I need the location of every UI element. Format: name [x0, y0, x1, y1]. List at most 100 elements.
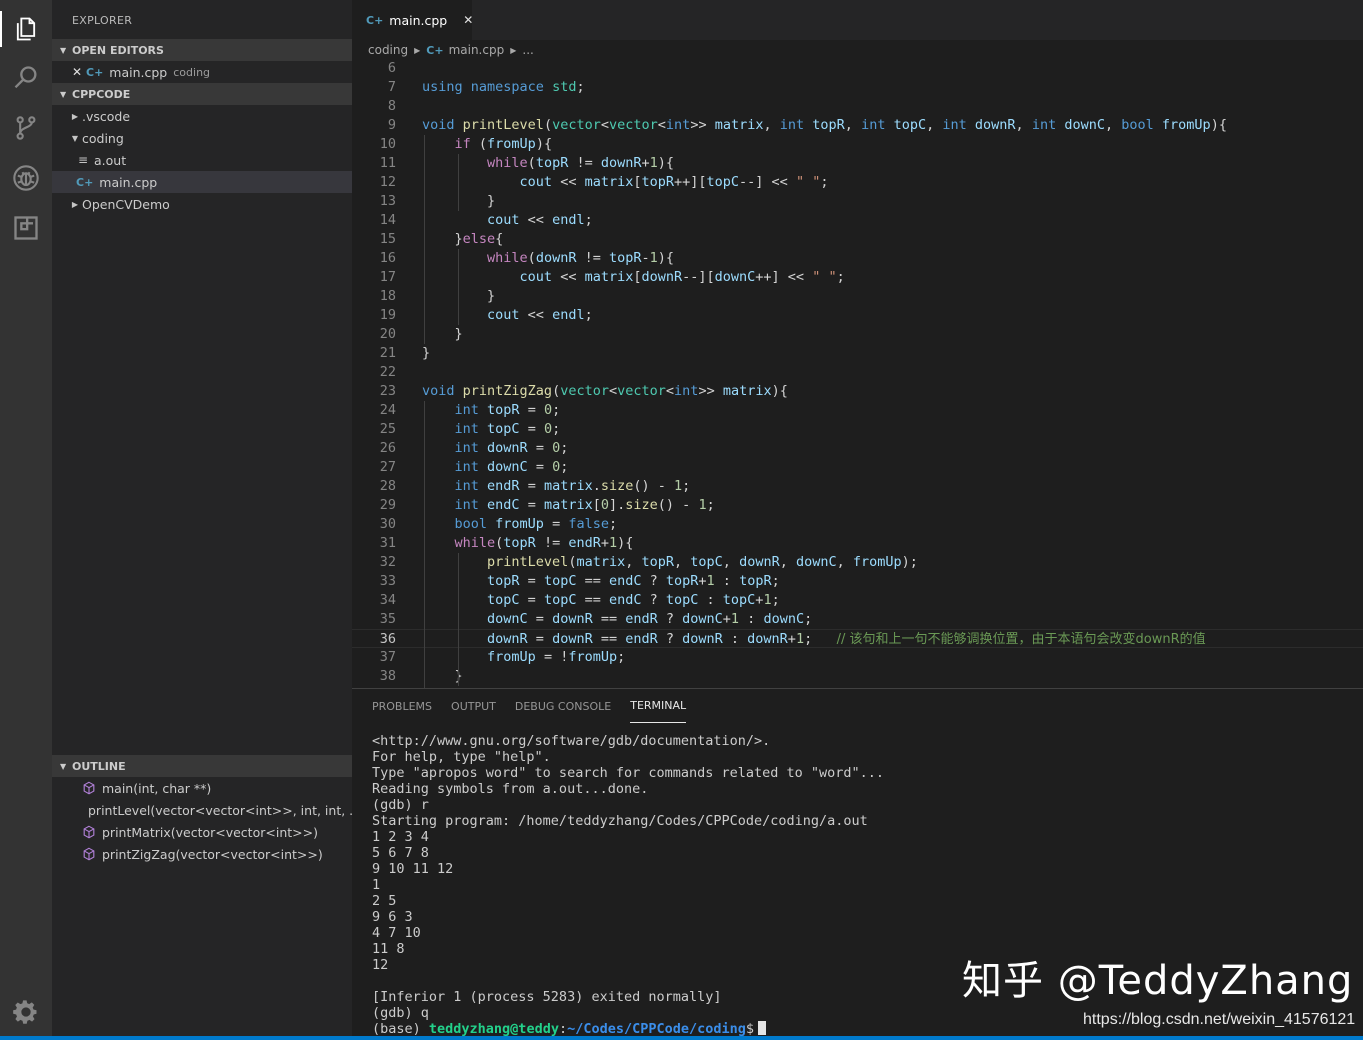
code-editor[interactable]: 6 7 using namespace std; 8 9 void printLevel(… — [352, 60, 1363, 688]
breadcrumb-item-symbol[interactable]: ... — [522, 43, 533, 57]
manage-activity[interactable] — [0, 988, 52, 1036]
search-activity[interactable] — [0, 54, 52, 102]
breadcrumb-item-folder[interactable]: coding — [368, 43, 408, 57]
outline-item[interactable]: printZigZag(vector<vector<int>>) — [52, 843, 352, 865]
open-editor-item[interactable]: ✕ C+ main.cpp coding — [52, 61, 352, 83]
code-line[interactable]: 21} — [352, 344, 1363, 363]
outline-item[interactable]: main(int, char **) — [52, 777, 352, 799]
code-line[interactable]: 15 }else{ — [352, 230, 1363, 249]
code-line[interactable]: 36 downR = downR == endR ? downR : downR… — [352, 629, 1363, 648]
files-icon — [16, 17, 36, 41]
watermark: 知乎 @TeddyZhang — [962, 958, 1354, 1004]
code-text: int endC = matrix[0].size() - 1; — [454, 497, 715, 513]
code-line[interactable]: 24 int topR = 0; — [352, 401, 1363, 420]
line-number: 32 — [379, 554, 396, 570]
sidebar-title: EXPLORER — [72, 14, 133, 27]
tree-item-label: main.cpp — [99, 174, 158, 190]
indent-guide — [424, 401, 425, 688]
line-number: 24 — [379, 402, 396, 418]
code-line[interactable]: 12 cout << matrix[topR++][topC--] << " "… — [352, 173, 1363, 192]
code-text: topR = topC == endC ? topR+1 : topR; — [487, 573, 780, 589]
indent-guide — [458, 154, 459, 211]
tab-debug-console[interactable]: DEBUG CONSOLE — [515, 689, 611, 723]
code-line[interactable]: 13 } — [352, 192, 1363, 211]
code-line[interactable]: 22 — [352, 363, 1363, 382]
code-text: downR = downR == endR ? downR : downR+1;… — [487, 631, 1206, 647]
outline-item[interactable]: printLevel(vector<vector<int>>, int, int… — [52, 799, 361, 821]
code-line[interactable]: 10 if (fromUp){ — [352, 135, 1363, 154]
code-line[interactable]: 29 int endC = matrix[0].size() - 1; — [352, 496, 1363, 515]
open-editors-header[interactable]: ▼ OPEN EDITORS — [52, 39, 352, 61]
extensions-icon — [14, 216, 38, 240]
line-number: 33 — [379, 573, 396, 589]
close-icon[interactable]: ✕ — [68, 65, 86, 79]
tree-item-label: OpenCVDemo — [82, 196, 170, 212]
code-line[interactable]: 16 while(downR != topR-1){ — [352, 249, 1363, 268]
project-header[interactable]: ▼ CPPCODE — [52, 83, 352, 105]
tree-item-vscode[interactable]: ▶ .vscode — [52, 105, 352, 127]
line-number: 8 — [387, 98, 396, 114]
code-line[interactable]: 7 using namespace std; — [352, 78, 1363, 97]
code-line[interactable]: 23 void printZigZag(vector<vector<int>> m… — [352, 382, 1363, 401]
code-line[interactable]: 9 void printLevel(vector<vector<int>> mat… — [352, 116, 1363, 135]
line-number: 36 — [379, 631, 396, 647]
line-number: 16 — [379, 250, 396, 266]
code-line[interactable]: 28 int endR = matrix.size() - 1; — [352, 477, 1363, 496]
code-line[interactable]: 17 cout << matrix[downR--][downC++] << "… — [352, 268, 1363, 287]
tab-output[interactable]: OUTPUT — [451, 689, 496, 723]
close-icon[interactable]: ✕ — [463, 13, 473, 27]
code-line[interactable]: 6 — [352, 60, 1363, 78]
tree-item-label: a.out — [94, 152, 127, 168]
chevron-right-icon: ▶ — [510, 45, 517, 55]
code-line[interactable]: 20 } — [352, 325, 1363, 344]
outline-item-label: printZigZag(vector<vector<int>>) — [102, 846, 323, 862]
extensions-activity[interactable] — [0, 204, 52, 252]
tab-main-cpp[interactable]: C+ main.cpp ✕ — [352, 0, 473, 40]
tree-item-coding[interactable]: ▼ coding — [52, 127, 352, 149]
code-line[interactable]: 31 while(topR != endR+1){ — [352, 534, 1363, 553]
tab-problems[interactable]: PROBLEMS — [372, 689, 432, 723]
code-text: int endR = matrix.size() - 1; — [454, 478, 691, 494]
breadcrumb-item-file[interactable]: main.cpp — [449, 43, 505, 57]
code-line[interactable]: 30 bool fromUp = false; — [352, 515, 1363, 534]
tree-item-opencvdemo[interactable]: ▶ OpenCVDemo — [52, 193, 352, 215]
line-number: 23 — [379, 383, 396, 399]
tree-item-main-cpp[interactable]: C+ main.cpp — [52, 171, 352, 193]
project-label: CPPCODE — [72, 87, 131, 101]
code-line[interactable]: 26 int downR = 0; — [352, 439, 1363, 458]
code-text: bool fromUp = false; — [454, 516, 618, 532]
code-text: fromUp = !fromUp; — [487, 649, 626, 665]
terminal-line: Starting program: /home/teddyzhang/Codes… — [372, 813, 868, 829]
outline-item-label: printLevel(vector<vector<int>>, int, int… — [88, 802, 362, 818]
code-line[interactable]: 33 topR = topC == endC ? topR+1 : topR; — [352, 572, 1363, 591]
cpp-file-icon: C+ — [426, 43, 444, 57]
code-line[interactable]: 27 int downC = 0; — [352, 458, 1363, 477]
open-editor-name: main.cpp — [109, 64, 168, 80]
outline-header[interactable]: ▼ OUTLINE — [52, 755, 352, 777]
outline-item[interactable]: printMatrix(vector<vector<int>>) — [52, 821, 352, 843]
code-line[interactable]: 18 } — [352, 287, 1363, 306]
debug-activity[interactable] — [0, 154, 52, 202]
code-line[interactable]: 38 } — [352, 667, 1363, 686]
tab-terminal[interactable]: TERMINAL — [630, 689, 687, 723]
code-line[interactable]: 14 cout << endl; — [352, 211, 1363, 230]
code-line[interactable]: 25 int topC = 0; — [352, 420, 1363, 439]
outline-item-label: printMatrix(vector<vector<int>>) — [102, 824, 318, 840]
terminal-line: 5 6 7 8 — [372, 845, 429, 861]
code-line[interactable]: 11 while(topR != downR+1){ — [352, 154, 1363, 173]
code-text: cout << endl; — [487, 307, 593, 323]
code-line[interactable]: 8 — [352, 97, 1363, 116]
tree-item-aout[interactable]: ≡ a.out — [52, 149, 352, 171]
outline-label: OUTLINE — [72, 759, 126, 773]
code-line[interactable]: 35 downC = downR == endR ? downC+1 : dow… — [352, 610, 1363, 629]
line-number: 6 — [387, 60, 396, 76]
code-line[interactable]: 37 fromUp = !fromUp; — [352, 648, 1363, 667]
cpp-file-icon: C+ — [86, 65, 104, 79]
code-line[interactable]: 19 cout << endl; — [352, 306, 1363, 325]
source-control-icon — [16, 116, 36, 140]
code-line[interactable]: 34 topC = topC == endC ? topC : topC+1; — [352, 591, 1363, 610]
source-control-activity[interactable] — [0, 104, 52, 152]
prompt-prefix: (base) — [372, 1021, 429, 1037]
code-line[interactable]: 32 printLevel(matrix, topR, topC, downR,… — [352, 553, 1363, 572]
explorer-activity[interactable] — [0, 5, 52, 53]
